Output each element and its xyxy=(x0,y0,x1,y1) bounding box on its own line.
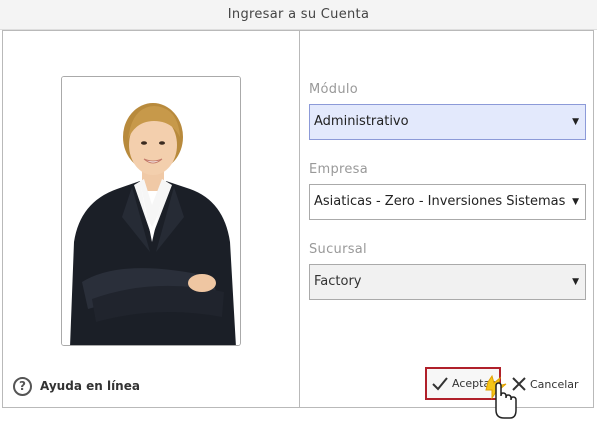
chevron-down-icon: ▼ xyxy=(572,197,579,207)
sucursal-value: Factory xyxy=(314,274,362,289)
cancel-label: Cancelar xyxy=(530,377,579,391)
right-panel: Módulo Administrativo ▼ Empresa Asiatica… xyxy=(299,30,594,419)
accept-label: Aceptar xyxy=(452,377,495,390)
close-icon xyxy=(512,377,526,391)
accept-button[interactable]: Aceptar xyxy=(425,367,501,400)
help-circle-icon: ? xyxy=(13,376,32,396)
businesswoman-image xyxy=(62,77,240,345)
user-photo xyxy=(61,76,241,346)
online-help-link[interactable]: ? Ayuda en línea xyxy=(13,375,140,397)
empresa-label: Empresa xyxy=(309,162,369,177)
online-help-label: Ayuda en línea xyxy=(40,379,140,393)
left-panel: ? Ayuda en línea xyxy=(2,30,300,408)
sucursal-label: Sucursal xyxy=(309,242,367,257)
empresa-value: Asiaticas - Zero - Inversiones Sistemas xyxy=(314,194,566,209)
cancel-button[interactable]: Cancelar xyxy=(512,373,579,395)
modulo-value: Administrativo xyxy=(314,114,409,129)
window-title: Ingresar a su Cuenta xyxy=(0,0,597,30)
sucursal-select[interactable]: Factory ▼ xyxy=(309,264,586,300)
chevron-down-icon: ▼ xyxy=(572,117,579,127)
empresa-select[interactable]: Asiaticas - Zero - Inversiones Sistemas … xyxy=(309,184,586,220)
modulo-label: Módulo xyxy=(309,82,359,97)
checkmark-icon xyxy=(432,376,448,390)
chevron-down-icon: ▼ xyxy=(572,277,579,287)
modulo-select[interactable]: Administrativo ▼ xyxy=(309,104,586,140)
